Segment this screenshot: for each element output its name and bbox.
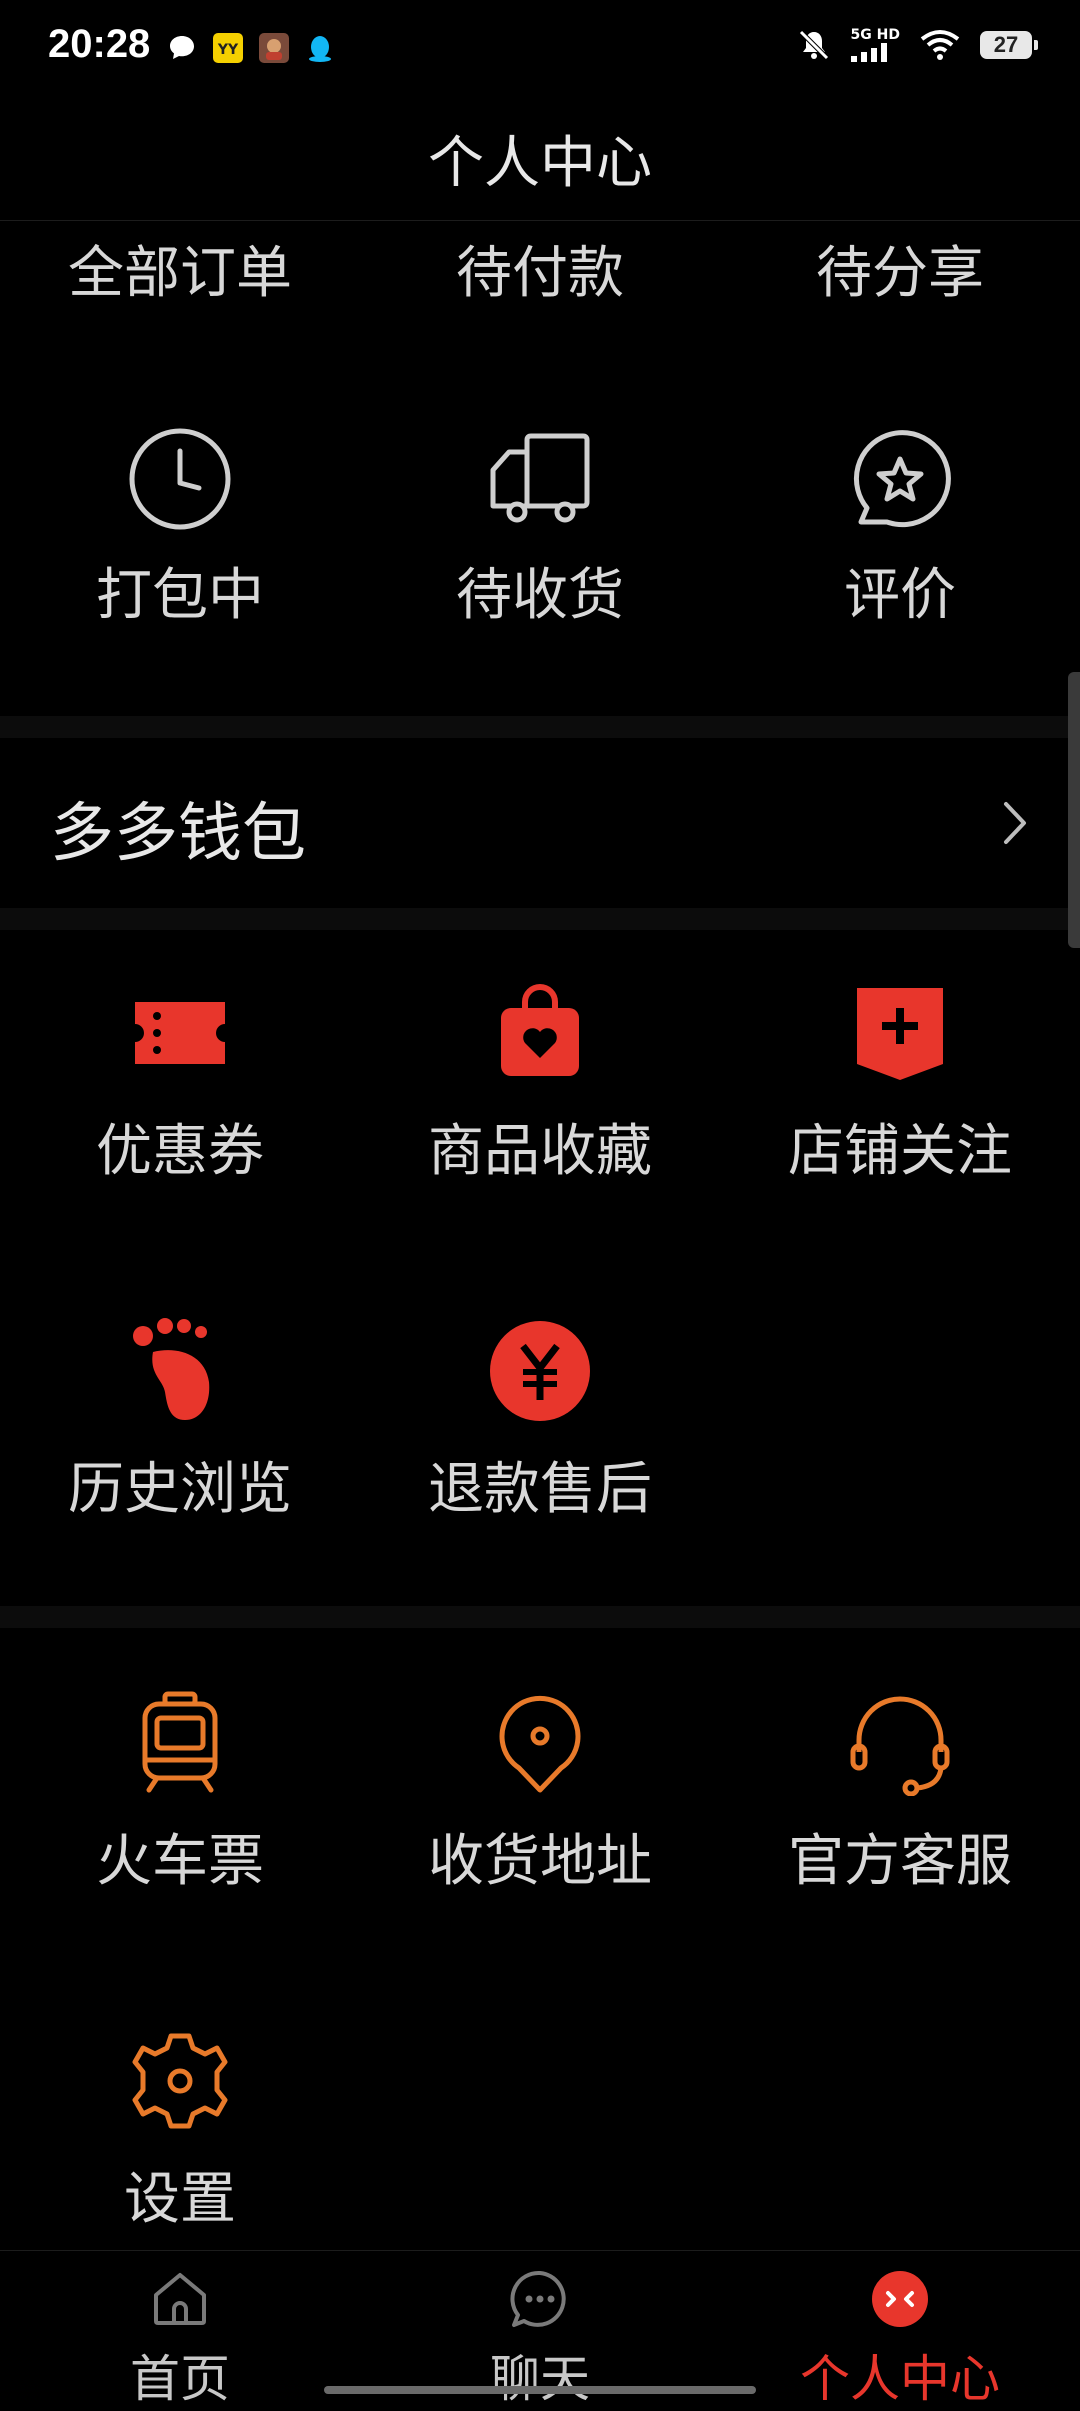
message-bubble-icon <box>170 36 194 59</box>
tool-address-label: 收货地址 <box>428 1829 652 1894</box>
network-label: 5G HD <box>850 27 900 43</box>
tool-train-ticket-label: 火车票 <box>96 1829 264 1894</box>
chat-icon <box>510 2270 566 2327</box>
service-favorites[interactable]: 商品收藏 <box>360 980 720 1187</box>
settings-gear-icon <box>132 2033 228 2129</box>
location-pin-icon <box>499 1695 581 1793</box>
nav-profile[interactable]: 个人中心 <box>720 2251 1080 2411</box>
tool-customer-service[interactable]: 官方客服 <box>720 1690 1080 1897</box>
svg-text:YY: YY <box>217 42 239 58</box>
wallet-row[interactable]: 多多钱包 <box>0 742 1080 908</box>
home-icon <box>154 2273 206 2325</box>
profile-face-icon <box>872 2271 928 2327</box>
coupon-icon <box>135 1002 225 1064</box>
home-indicator[interactable] <box>324 2386 756 2394</box>
service-coupon-label: 优惠券 <box>96 1119 264 1184</box>
signal-bars-icon <box>850 43 887 62</box>
order-to-share[interactable]: 待分享 <box>720 228 1080 309</box>
yuan-icon <box>490 1321 590 1421</box>
service-store-follow-label: 店铺关注 <box>788 1119 1012 1184</box>
chevron-right-icon <box>1004 802 1026 844</box>
service-history-label: 历史浏览 <box>68 1457 292 1522</box>
service-favorites-label: 商品收藏 <box>428 1119 652 1184</box>
scrollbar[interactable] <box>1068 672 1080 948</box>
order-to-receive[interactable]: 待收货 <box>360 426 720 631</box>
clock-icon <box>129 428 231 530</box>
page-title: 个人中心 <box>428 131 652 196</box>
tool-customer-service-label: 官方客服 <box>788 1829 1012 1894</box>
order-to-share-label: 待分享 <box>816 241 984 306</box>
tool-address[interactable]: 收货地址 <box>360 1690 720 1897</box>
bottom-nav: 首页 聊天 个人中心 <box>0 2250 1080 2408</box>
signal-group: 5G HD <box>850 27 900 62</box>
battery-indicator: 27 <box>980 31 1038 59</box>
tool-settings-label: 设置 <box>124 2167 236 2232</box>
headset-icon <box>850 1696 950 1796</box>
order-review[interactable]: 评价 <box>720 426 1080 631</box>
service-history[interactable]: 历史浏览 <box>0 1318 360 1525</box>
tool-settings[interactable]: 设置 <box>0 2028 360 2235</box>
order-to-receive-label: 待收货 <box>456 563 624 628</box>
order-unpaid-label: 待付款 <box>456 241 624 306</box>
yy-app-icon: YY <box>213 33 243 63</box>
mute-bell-icon <box>798 30 829 60</box>
service-coupon[interactable]: 优惠券 <box>0 980 360 1187</box>
nav-home[interactable]: 首页 <box>0 2251 360 2411</box>
section-divider <box>0 908 1080 930</box>
order-all[interactable]: 全部订单 <box>0 228 360 309</box>
notification-icons: YY <box>166 32 336 64</box>
title-bar: 个人中心 <box>0 100 1080 221</box>
order-packing[interactable]: 打包中 <box>0 426 360 631</box>
service-refund-label: 退款售后 <box>428 1457 652 1522</box>
truck-icon <box>490 433 590 523</box>
order-packing-label: 打包中 <box>96 563 264 628</box>
nav-home-label: 首页 <box>130 2350 230 2408</box>
train-icon <box>142 1691 218 1793</box>
section-divider <box>0 1606 1080 1628</box>
game-app-icon <box>259 33 289 63</box>
status-bar: 20:28 YY 5G HD 27 <box>0 0 1080 100</box>
wallet-label: 多多钱包 <box>50 797 306 871</box>
order-all-label: 全部订单 <box>68 241 292 306</box>
store-follow-icon <box>857 988 943 1080</box>
nav-profile-label: 个人中心 <box>800 2350 1000 2408</box>
service-refund[interactable]: 退款售后 <box>360 1318 720 1525</box>
wifi-icon <box>920 30 960 60</box>
star-bubble-icon <box>853 430 951 528</box>
qq-penguin-icon <box>309 36 331 62</box>
status-time: 20:28 <box>48 22 151 66</box>
footprint-icon <box>133 1318 210 1420</box>
section-divider <box>0 716 1080 738</box>
tool-train-ticket[interactable]: 火车票 <box>0 1690 360 1897</box>
order-unpaid[interactable]: 待付款 <box>360 228 720 309</box>
status-indicators: 5G HD 27 <box>797 27 1038 62</box>
nav-chat-label: 聊天 <box>490 2350 590 2408</box>
favorite-bag-icon <box>501 984 579 1076</box>
order-review-label: 评价 <box>844 563 956 628</box>
service-store-follow[interactable]: 店铺关注 <box>720 980 1080 1187</box>
